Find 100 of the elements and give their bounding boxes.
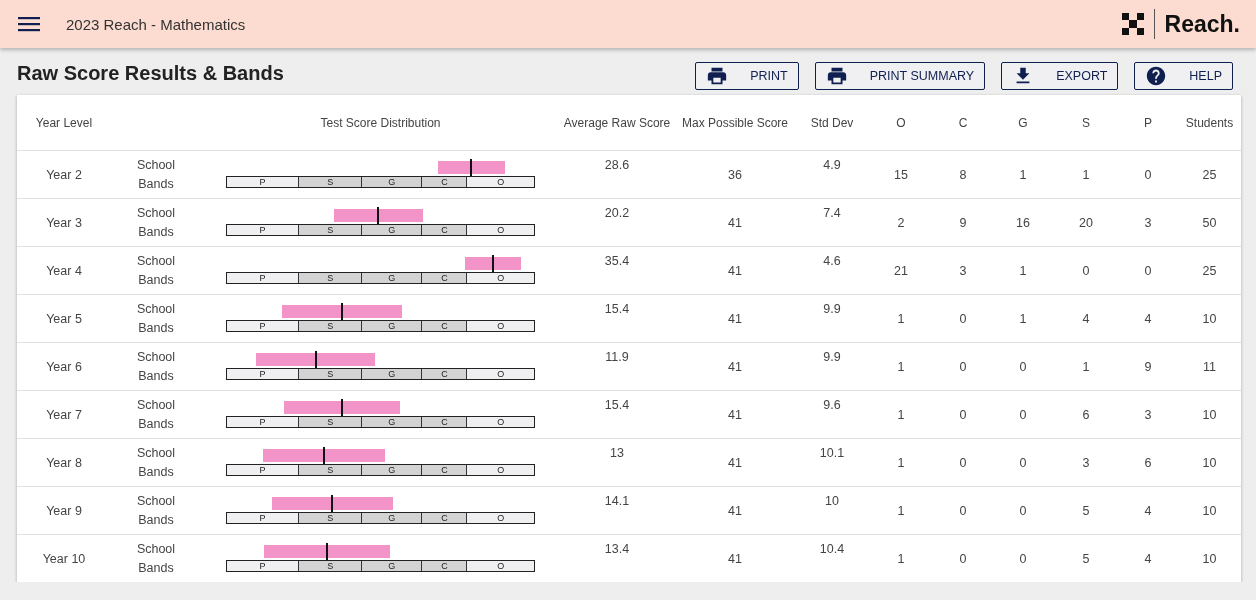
- table-cell-text: 35.4: [603, 253, 631, 268]
- help-button[interactable]: HELP: [1134, 61, 1233, 90]
- table-cell-text: 11.9: [604, 349, 630, 364]
- table-cell-text: 1: [896, 455, 906, 470]
- band-label: S: [298, 561, 362, 571]
- table-cell-text: 0: [1143, 167, 1153, 182]
- band-label: G: [361, 321, 422, 331]
- band-label: C: [421, 273, 467, 283]
- print-button[interactable]: PRINT: [695, 61, 799, 90]
- table-cell-text: 6: [1081, 407, 1091, 422]
- year-level: Year 3: [45, 215, 83, 230]
- average-marker: [341, 399, 344, 416]
- score-range-bar: [465, 257, 521, 270]
- table-cell-text: 4: [1143, 311, 1153, 326]
- table-cell-text: 1: [896, 407, 906, 422]
- table-cell-text: 7.4: [822, 205, 842, 220]
- table-cell-text: 20.2: [603, 205, 631, 220]
- table-cell-text: 14.1: [603, 493, 631, 508]
- table-cell-text: 3: [1143, 215, 1153, 230]
- column-header: Year Level: [34, 115, 94, 130]
- band-label: C: [421, 513, 467, 523]
- table-cell-text: 10: [824, 493, 840, 508]
- table-cell-text: 8: [958, 167, 968, 182]
- band-label: O: [466, 177, 534, 187]
- row-label: School Bands: [135, 252, 177, 289]
- band-label: C: [421, 465, 467, 475]
- column-header: S: [1081, 115, 1091, 130]
- band-label: S: [298, 273, 362, 283]
- row-label: School Bands: [135, 396, 177, 433]
- table-cell-text: 4.9: [822, 157, 842, 172]
- band-label: P: [227, 417, 299, 427]
- row-label: School Bands: [135, 348, 177, 385]
- table-cell-text: 16: [1015, 215, 1031, 230]
- table-cell-text: 15: [893, 167, 909, 182]
- table-cell-text: 10: [1201, 503, 1218, 518]
- table-cell-text: 41: [727, 215, 743, 230]
- table-cell-text: 9: [1143, 359, 1153, 374]
- export-button[interactable]: EXPORT: [1001, 61, 1119, 90]
- band-label: P: [227, 369, 299, 379]
- band-label: O: [466, 561, 534, 571]
- band-label: C: [421, 417, 467, 427]
- table-cell-text: 1: [896, 551, 906, 566]
- average-marker: [470, 159, 473, 176]
- table-cell-text: 25: [1201, 263, 1218, 278]
- table-cell-text: 0: [1143, 263, 1153, 278]
- table-cell-text: 41: [727, 263, 743, 278]
- table-cell-text: 41: [727, 311, 743, 326]
- table-cell-text: 13.4: [603, 541, 631, 556]
- band-label: S: [298, 465, 362, 475]
- band-label: S: [298, 417, 362, 427]
- table-cell-text: 50: [1201, 215, 1218, 230]
- table-cell-text: 0: [1018, 551, 1028, 566]
- band-label: P: [227, 321, 299, 331]
- column-header: G: [1017, 115, 1029, 130]
- row-label: School Bands: [135, 204, 177, 241]
- band-label: O: [466, 513, 534, 523]
- band-label: O: [466, 465, 534, 475]
- band-label: P: [227, 225, 299, 235]
- column-header: O: [895, 115, 907, 130]
- band-label: G: [361, 225, 422, 235]
- table-cell-text: 41: [727, 503, 743, 518]
- band-label: S: [298, 369, 362, 379]
- table-cell-text: 15.4: [603, 301, 631, 316]
- table-cell-text: 36: [727, 167, 743, 182]
- table-cell-text: 4: [1143, 551, 1153, 566]
- band-label: S: [298, 321, 362, 331]
- band-label: P: [227, 561, 299, 571]
- band-label: S: [298, 177, 362, 187]
- table-cell-text: 41: [727, 455, 743, 470]
- band-label: S: [298, 225, 362, 235]
- table-cell-text: 15.4: [603, 397, 631, 412]
- table-cell-text: 10.4: [818, 541, 846, 556]
- row-label: School Bands: [135, 540, 177, 577]
- table-cell-text: 0: [958, 311, 968, 326]
- app-title: 2023 Reach - Mathematics: [66, 15, 247, 33]
- year-level: Year 8: [45, 455, 83, 470]
- table-cell-text: 20: [1078, 215, 1094, 230]
- print-button[interactable]: PRINT SUMMARY: [814, 61, 986, 90]
- table-cell-text: 41: [727, 359, 743, 374]
- column-header: C: [957, 115, 969, 130]
- table-cell-text: 1: [896, 311, 906, 326]
- help-icon: [1145, 64, 1168, 87]
- table-cell-text: 10: [1201, 455, 1218, 470]
- table-cell-text: 0: [958, 455, 968, 470]
- table-cell-text: 0: [1081, 263, 1091, 278]
- table-cell-text: 25: [1201, 167, 1218, 182]
- band-label: P: [227, 513, 299, 523]
- menu-button[interactable]: [18, 16, 40, 32]
- average-marker: [314, 351, 317, 368]
- year-level: Year 10: [41, 551, 87, 566]
- table-cell-text: 0: [1018, 455, 1028, 470]
- table-cell-text: 1: [1018, 167, 1028, 182]
- table-cell-text: 0: [958, 551, 968, 566]
- table-cell-text: 28.6: [603, 157, 631, 172]
- table-cell-text: 3: [1081, 455, 1091, 470]
- table-cell-text: 1: [1081, 359, 1091, 374]
- band-label: P: [227, 273, 299, 283]
- table-cell-text: 13: [609, 445, 625, 460]
- table-cell-text: 9.9: [822, 349, 842, 364]
- logo-text: Reach.: [1164, 10, 1240, 38]
